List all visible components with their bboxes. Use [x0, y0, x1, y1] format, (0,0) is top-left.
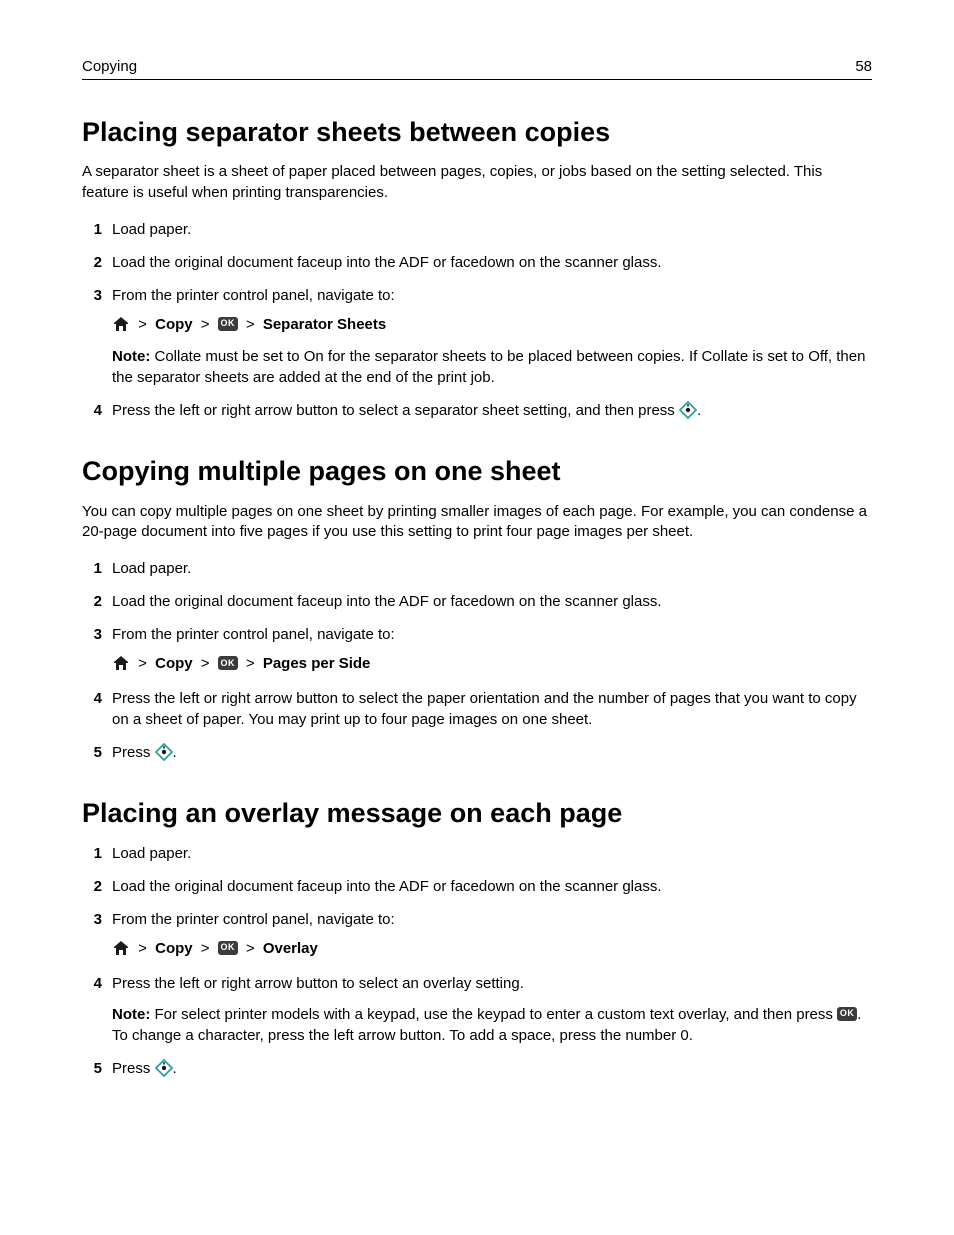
step-text: Load the original document faceup into t…: [112, 254, 662, 271]
step-text: Load paper.: [112, 221, 191, 238]
start-diamond-icon: [679, 401, 697, 419]
steps-list: Load paper. Load the original document f…: [82, 843, 872, 1079]
nav-path: > Copy > OK > Overlay: [112, 938, 872, 961]
section-multiple-pages: Copying multiple pages on one sheet You …: [82, 455, 872, 762]
step-text: Press the left or right arrow button to …: [112, 690, 857, 728]
nav-path-end: Pages per Side: [263, 655, 371, 672]
start-diamond-icon: [155, 1059, 173, 1077]
breadcrumb-separator: >: [201, 653, 210, 676]
breadcrumb-separator: >: [138, 938, 147, 961]
ok-icon: OK: [218, 656, 238, 670]
nav-path-end: Separator Sheets: [263, 316, 386, 333]
step-item: Load the original document faceup into t…: [82, 876, 872, 897]
nav-path-copy: Copy: [155, 316, 193, 333]
note-text: Collate must be set to On for the separa…: [112, 348, 865, 386]
step-item: Press the left or right arrow button to …: [82, 688, 872, 730]
step-text: From the printer control panel, navigate…: [112, 287, 395, 304]
breadcrumb-separator: >: [201, 938, 210, 961]
page-header: Copying 58: [82, 58, 872, 79]
step-item: Press the left or right arrow button to …: [82, 400, 872, 421]
step-item: Load the original document faceup into t…: [82, 591, 872, 612]
breadcrumb-separator: >: [138, 314, 147, 337]
note-label: Note:: [112, 348, 150, 365]
header-page-number: 58: [855, 58, 872, 75]
step-item: Load paper.: [82, 219, 872, 240]
nav-path-end: Overlay: [263, 940, 318, 957]
breadcrumb-separator: >: [138, 653, 147, 676]
breadcrumb-separator: >: [246, 653, 255, 676]
step-text: Load the original document faceup into t…: [112, 878, 662, 895]
section-intro: You can copy multiple pages on one sheet…: [82, 502, 872, 543]
step-item: From the printer control panel, navigate…: [82, 624, 872, 676]
section-title: Placing an overlay message on each page: [82, 797, 872, 829]
note-block: Note: Collate must be set to On for the …: [112, 346, 872, 388]
step-item: From the printer control panel, navigate…: [82, 909, 872, 961]
step-text: Press the left or right arrow button to …: [112, 402, 679, 419]
header-section-name: Copying: [82, 58, 137, 75]
note-label: Note:: [112, 1006, 150, 1023]
document-page: Copying 58 Placing separator sheets betw…: [0, 0, 954, 1235]
note-text-a: For select printer models with a keypad,…: [150, 1006, 837, 1023]
step-item: Load paper.: [82, 843, 872, 864]
start-diamond-icon: [155, 743, 173, 761]
step-text: Load the original document faceup into t…: [112, 593, 662, 610]
home-icon: [112, 315, 130, 333]
ok-icon: OK: [218, 941, 238, 955]
step-text: Press the left or right arrow button to …: [112, 975, 524, 992]
step-text: From the printer control panel, navigate…: [112, 626, 395, 643]
step-text-press: Press: [112, 744, 155, 761]
nav-path-copy: Copy: [155, 655, 193, 672]
step-item: Press the left or right arrow button to …: [82, 973, 872, 1046]
steps-list: Load paper. Load the original document f…: [82, 558, 872, 763]
steps-list: Load paper. Load the original document f…: [82, 219, 872, 422]
step-item: From the printer control panel, navigate…: [82, 285, 872, 389]
step-text-period: .: [697, 402, 701, 419]
nav-path-copy: Copy: [155, 940, 193, 957]
step-text-period: .: [173, 744, 177, 761]
section-overlay-message: Placing an overlay message on each page …: [82, 797, 872, 1079]
step-item: Press .: [82, 1058, 872, 1079]
breadcrumb-separator: >: [246, 938, 255, 961]
note-block: Note: For select printer models with a k…: [112, 1004, 872, 1046]
step-item: Load the original document faceup into t…: [82, 252, 872, 273]
step-text: Load paper.: [112, 560, 191, 577]
nav-path: > Copy > OK > Separator Sheets: [112, 314, 872, 337]
home-icon: [112, 939, 130, 957]
ok-icon: OK: [837, 1007, 857, 1021]
section-intro: A separator sheet is a sheet of paper pl…: [82, 162, 872, 203]
breadcrumb-separator: >: [201, 314, 210, 337]
step-text-press: Press: [112, 1060, 155, 1077]
nav-path: > Copy > OK > Pages per Side: [112, 653, 872, 676]
section-separator-sheets: Placing separator sheets between copies …: [82, 116, 872, 421]
breadcrumb-separator: >: [246, 314, 255, 337]
home-icon: [112, 654, 130, 672]
step-item: Press .: [82, 742, 872, 763]
header-rule: [82, 79, 872, 80]
section-title: Placing separator sheets between copies: [82, 116, 872, 148]
ok-icon: OK: [218, 317, 238, 331]
step-text: Load paper.: [112, 845, 191, 862]
section-title: Copying multiple pages on one sheet: [82, 455, 872, 487]
step-text: From the printer control panel, navigate…: [112, 911, 395, 928]
step-item: Load paper.: [82, 558, 872, 579]
step-text-period: .: [173, 1060, 177, 1077]
